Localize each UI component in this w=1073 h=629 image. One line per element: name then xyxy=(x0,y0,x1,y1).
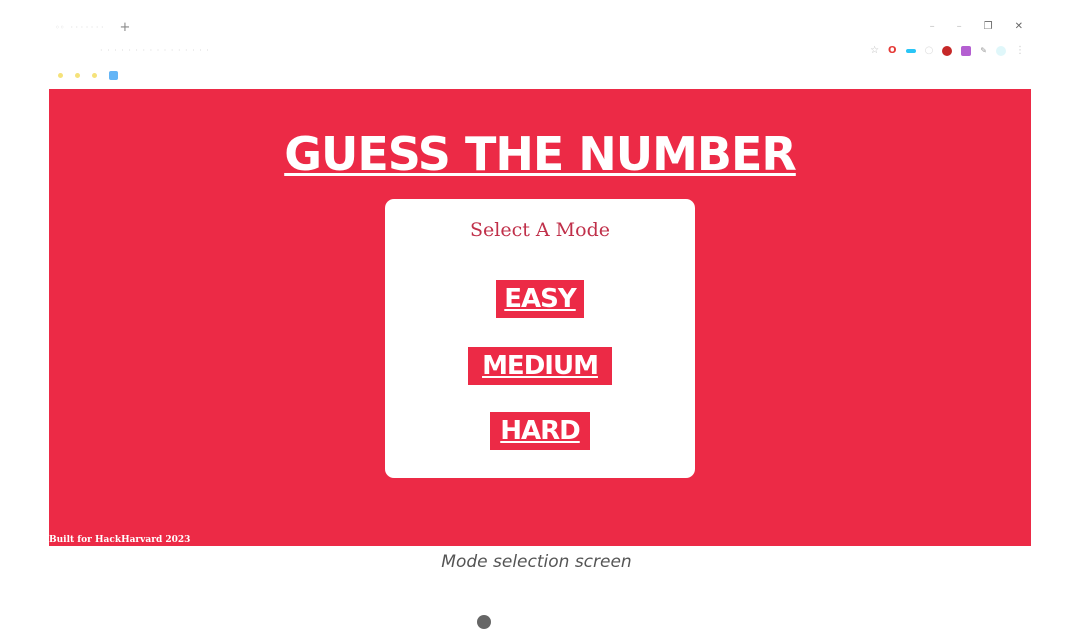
hard-mode-button[interactable]: HARD xyxy=(490,412,590,450)
restore-icon[interactable]: – xyxy=(957,21,962,32)
browser-chrome: ◦◦ · · · · · · · + – – ❐ ✕ · · · · · · ·… xyxy=(0,0,1073,88)
extension-cloud-icon[interactable]: ○ xyxy=(925,45,934,56)
bookmark-folder-icon[interactable] xyxy=(75,73,80,78)
opera-extension-icon[interactable]: O xyxy=(888,45,897,56)
mode-heading: Select A Mode xyxy=(470,219,610,241)
easy-mode-button[interactable]: EASY xyxy=(496,280,584,318)
tab-strip: ◦◦ · · · · · · · + xyxy=(55,20,130,35)
menu-kebab-icon[interactable]: ⋮ xyxy=(1015,45,1025,56)
extension-toolbar: ☆ O ○ ✎ ⋮ xyxy=(870,45,1025,56)
bookmark-doc-icon[interactable] xyxy=(109,71,118,80)
extension-cyan-icon[interactable] xyxy=(905,48,916,53)
address-bar[interactable]: · · · · · · · · · · · · · · · · xyxy=(100,46,210,55)
bookmark-folder-icon[interactable] xyxy=(92,73,97,78)
tab-favicon-icon[interactable]: ◦◦ xyxy=(55,23,64,32)
extension-red-icon[interactable] xyxy=(942,45,953,56)
footer-credit: Built for HackHarvard 2023 xyxy=(49,535,191,545)
close-icon[interactable]: ✕ xyxy=(1015,21,1023,32)
new-tab-icon[interactable]: + xyxy=(120,20,131,35)
mode-selection-card: Select A Mode EASY MEDIUM HARD xyxy=(385,199,695,478)
bookmarks-bar xyxy=(58,71,118,80)
bookmark-star-icon[interactable]: ☆ xyxy=(870,45,879,56)
bookmark-folder-icon[interactable] xyxy=(58,73,63,78)
minimize-icon[interactable]: – xyxy=(930,21,935,32)
tab-item[interactable]: · · · · · · · xyxy=(70,23,103,32)
page-title: GUESS THE NUMBER xyxy=(284,127,797,181)
maximize-icon[interactable]: ❐ xyxy=(984,21,993,32)
profile-avatar-icon[interactable] xyxy=(996,45,1006,56)
scroll-indicator[interactable] xyxy=(477,615,491,629)
game-viewport: GUESS THE NUMBER Select A Mode EASY MEDI… xyxy=(49,89,1031,546)
extension-purple-icon[interactable] xyxy=(961,45,972,56)
medium-mode-button[interactable]: MEDIUM xyxy=(468,347,612,385)
extension-pin-icon[interactable]: ✎ xyxy=(980,46,987,55)
screenshot-caption: Mode selection screen xyxy=(441,552,632,572)
window-controls: – – ❐ ✕ xyxy=(930,21,1023,32)
